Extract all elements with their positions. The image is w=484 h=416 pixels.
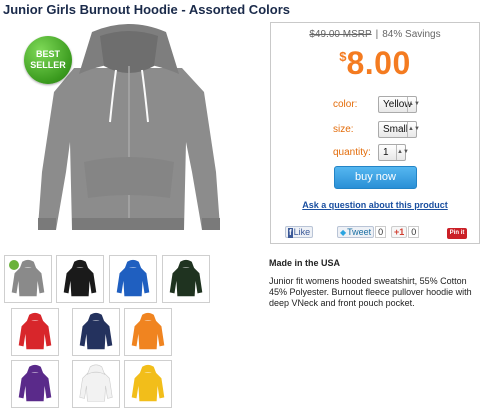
size-select[interactable]: Small ▲▼ (378, 121, 420, 138)
thumbnail-gray[interactable] (4, 255, 52, 303)
thumbnail-purple[interactable] (11, 360, 59, 408)
hoodie-thumbnail-icon (18, 312, 52, 350)
thumbnail-dark-green[interactable] (162, 255, 210, 303)
hoodie-thumbnail-icon (131, 364, 165, 402)
pin-it-button[interactable]: Pin it (447, 228, 467, 239)
facebook-icon: f (288, 228, 293, 238)
hoodie-thumbnail-icon (131, 312, 165, 350)
thumbnail-orange[interactable] (124, 308, 172, 356)
price-amount: 8.00 (346, 45, 411, 81)
like-label: Like (293, 227, 311, 237)
hoodie-thumbnail-icon (63, 259, 97, 297)
tweet-widget[interactable]: ◆Tweet 0 (337, 226, 387, 238)
made-in-usa: Made in the USA (269, 258, 341, 268)
dropdown-arrow-icon: ▲▼ (396, 145, 409, 160)
buy-now-button[interactable]: buy now (334, 166, 417, 189)
tweet-count: 0 (375, 226, 387, 238)
currency-symbol: $ (339, 49, 347, 64)
product-description: Junior fit womens hooded sweatshirt, 55%… (269, 276, 472, 308)
pricing-summary: $49.00 MSRP | 84% Savings (271, 29, 479, 40)
google-plus-label: +1 (394, 227, 405, 237)
msrp-price: $49.00 MSRP (309, 29, 372, 40)
quantity-select[interactable]: 1 ▲▼ (378, 144, 409, 161)
color-select[interactable]: Yellow ▲▼ (378, 96, 420, 113)
size-select-value: Small (383, 124, 409, 135)
sale-price: $8.00 (271, 45, 479, 82)
thumbnail-gold[interactable] (124, 360, 172, 408)
dropdown-arrow-icon: ▲▼ (407, 97, 420, 112)
savings-percent: 84% Savings (382, 29, 441, 40)
new-dot-icon (9, 260, 19, 270)
twitter-bird-icon: ◆ (340, 228, 347, 237)
product-title: Junior Girls Burnout Hoodie - Assorted C… (3, 2, 290, 17)
pricing-separator: | (375, 29, 379, 40)
hoodie-thumbnail-icon (169, 259, 203, 297)
facebook-like-button[interactable]: f Like (285, 226, 314, 238)
hoodie-thumbnail-icon (18, 364, 52, 402)
thumbnail-navy[interactable] (72, 308, 120, 356)
thumbnail-royal-blue[interactable] (109, 255, 157, 303)
color-label: color: (333, 99, 358, 110)
quantity-label: quantity: (333, 147, 371, 158)
dropdown-arrow-icon: ▲▼ (407, 122, 420, 137)
pinterest-widget[interactable]: Pin it (447, 226, 467, 239)
tweet-label: Tweet (347, 227, 372, 237)
hoodie-thumbnail-icon (116, 259, 150, 297)
thumbnail-black[interactable] (56, 255, 104, 303)
hoodie-thumbnail-icon (79, 364, 113, 402)
size-label: size: (333, 124, 354, 135)
purchase-box: $49.00 MSRP | 84% Savings $8.00 color: Yel… (270, 22, 480, 244)
tweet-button[interactable]: ◆Tweet (337, 226, 375, 238)
thumbnail-white[interactable] (72, 360, 120, 408)
google-plus-count: 0 (408, 226, 420, 238)
google-plus-button[interactable]: +1 (391, 226, 408, 238)
hoodie-thumbnail-icon (79, 312, 113, 350)
thumbnail-red[interactable] (11, 308, 59, 356)
ask-question-link[interactable]: Ask a question about this product (271, 200, 479, 210)
best-seller-badge: BEST SELLER (24, 36, 72, 84)
quantity-select-value: 1 (383, 147, 389, 158)
google-plus-widget[interactable]: +1 0 (391, 226, 420, 238)
facebook-like[interactable]: f Like (285, 226, 314, 238)
